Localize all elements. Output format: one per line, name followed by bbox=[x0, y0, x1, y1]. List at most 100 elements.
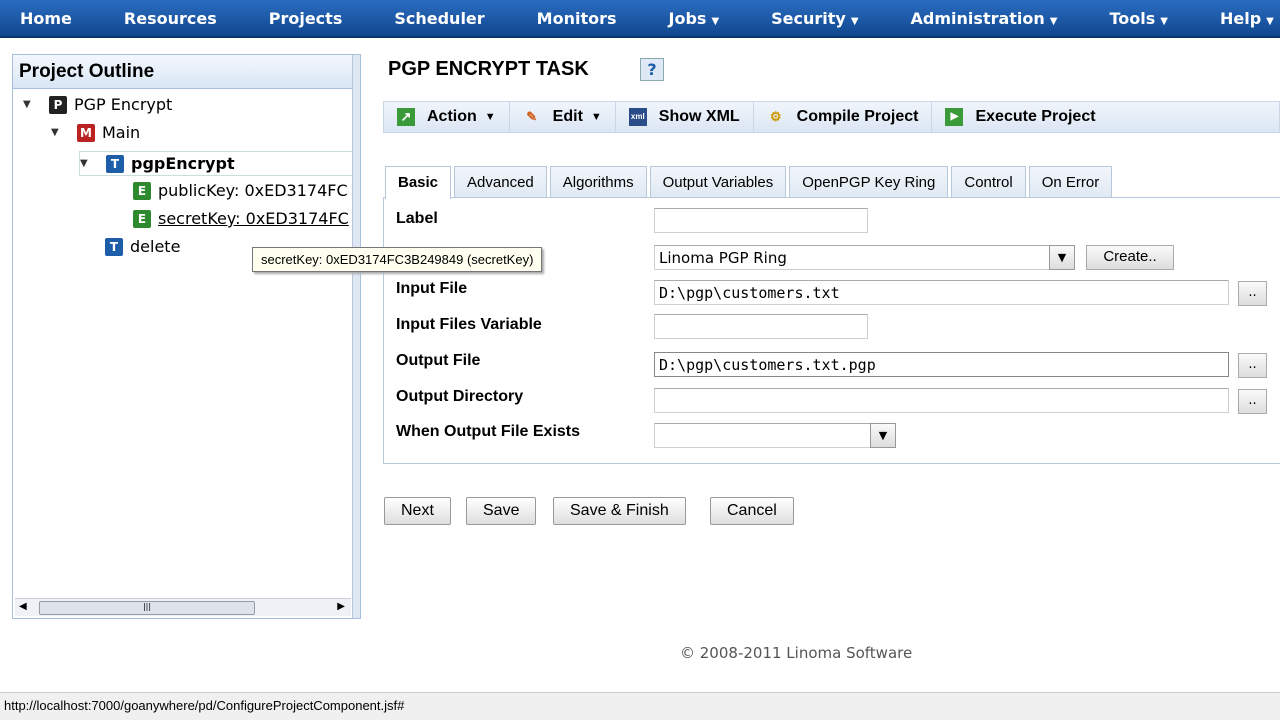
task-icon: T bbox=[106, 154, 124, 173]
browse-input-file-button[interactable]: .. bbox=[1238, 281, 1267, 306]
browse-output-directory-button[interactable]: .. bbox=[1238, 389, 1267, 414]
nav-jobs[interactable]: Jobs ▼ bbox=[649, 9, 720, 28]
gear-icon: ⚙ bbox=[769, 109, 782, 124]
tab-bar: Basic Advanced Algorithms Output Variabl… bbox=[385, 166, 1115, 199]
nav-security-label: Security bbox=[771, 8, 846, 28]
when-output-exists-label: When Output File Exists bbox=[396, 423, 581, 440]
input-files-variable-field[interactable] bbox=[654, 314, 868, 339]
when-output-exists-dropdown-button[interactable]: ▼ bbox=[870, 423, 896, 448]
tree-node-task[interactable]: Tdelete bbox=[105, 237, 180, 256]
key-ring-value: Linoma PGP Ring bbox=[659, 249, 787, 267]
tree-node-label: PGP Encrypt bbox=[74, 95, 173, 114]
execute-project-button[interactable]: ▶ Execute Project bbox=[932, 102, 1108, 132]
label-input[interactable] bbox=[654, 208, 868, 233]
compile-label: Compile Project bbox=[796, 108, 919, 125]
create-keyring-button[interactable]: Create.. bbox=[1086, 245, 1174, 270]
output-file-field[interactable] bbox=[654, 352, 1229, 377]
tree-node-label: pgpEncrypt bbox=[131, 154, 235, 173]
scroll-left-icon[interactable]: ◀ bbox=[19, 601, 27, 612]
nav-jobs-label: Jobs bbox=[668, 8, 707, 28]
page-title: PGP ENCRYPT TASK bbox=[388, 58, 589, 80]
scrollbar-thumb[interactable]: ||| bbox=[39, 601, 255, 615]
action-button[interactable]: ↗ Action ▼ bbox=[384, 102, 510, 132]
nav-tools-label: Tools bbox=[1109, 8, 1156, 28]
chevron-down-icon: ▼ bbox=[1160, 15, 1168, 27]
browse-output-file-button[interactable]: .. bbox=[1238, 353, 1267, 378]
tab-control[interactable]: Control bbox=[951, 166, 1026, 198]
action-icon: ↗ bbox=[397, 108, 415, 126]
chevron-down-icon: ▼ bbox=[850, 15, 859, 27]
key-ring-select[interactable]: Linoma PGP Ring bbox=[654, 245, 1050, 270]
project-icon: P bbox=[49, 95, 67, 114]
task-icon: T bbox=[105, 237, 123, 256]
expand-toggle-icon[interactable]: ▼ bbox=[51, 127, 65, 138]
expand-toggle-icon[interactable]: ▼ bbox=[23, 99, 37, 110]
nav-resources[interactable]: Resources bbox=[104, 9, 217, 28]
action-label: Action bbox=[427, 108, 477, 125]
status-bar: http://localhost:7000/goanywhere/pd/Conf… bbox=[0, 692, 1280, 720]
copyright: © 2008-2011 Linoma Software bbox=[680, 644, 913, 662]
tree-node-task-selected[interactable]: ▼ TpgpEncrypt bbox=[79, 151, 354, 176]
tab-advanced[interactable]: Advanced bbox=[454, 166, 547, 198]
nav-scheduler[interactable]: Scheduler bbox=[374, 9, 484, 28]
nav-administration-label: Administration bbox=[910, 8, 1045, 28]
scroll-right-icon[interactable]: ▶ bbox=[337, 601, 345, 612]
output-directory-label: Output Directory bbox=[396, 388, 524, 405]
tab-basic[interactable]: Basic bbox=[385, 166, 452, 199]
play-icon: ▶ bbox=[945, 108, 964, 126]
key-ring-dropdown-button[interactable]: ▼ bbox=[1049, 245, 1075, 270]
show-xml-label: Show XML bbox=[658, 108, 740, 125]
next-button[interactable]: Next bbox=[384, 497, 451, 525]
panel-splitter[interactable] bbox=[352, 55, 360, 618]
cancel-button[interactable]: Cancel bbox=[710, 497, 794, 525]
edit-button[interactable]: ✎ Edit ▼ bbox=[510, 102, 616, 132]
tab-output-variables[interactable]: Output Variables bbox=[649, 166, 787, 198]
tree-node-project[interactable]: ▼ P PGP Encrypt bbox=[23, 95, 172, 114]
tree-node-label: Main bbox=[102, 123, 141, 142]
nav-help[interactable]: Help ▼ bbox=[1200, 9, 1274, 28]
pencil-icon: ✎ bbox=[526, 109, 538, 124]
help-button[interactable]: ? bbox=[640, 58, 664, 81]
nav-security[interactable]: Security ▼ bbox=[751, 9, 858, 28]
chevron-down-icon: ▼ bbox=[1266, 15, 1274, 27]
edit-label: Edit bbox=[552, 108, 583, 125]
input-file-label: Input File bbox=[396, 280, 468, 297]
input-file-field[interactable] bbox=[654, 280, 1229, 305]
compile-project-button[interactable]: ⚙ Compile Project bbox=[754, 102, 933, 132]
tree-node-label: publicKey: 0xED3174FC bbox=[158, 181, 348, 200]
nav-help-label: Help bbox=[1219, 8, 1262, 28]
nav-projects[interactable]: Projects bbox=[249, 9, 343, 28]
nav-home[interactable]: Home bbox=[0, 9, 72, 28]
output-directory-field[interactable] bbox=[654, 388, 1229, 413]
project-outline-title: Project Outline bbox=[13, 55, 360, 89]
element-icon: E bbox=[133, 181, 151, 200]
show-xml-button[interactable]: xml Show XML bbox=[616, 102, 754, 132]
label-field-label: Label bbox=[396, 210, 438, 227]
tab-on-error[interactable]: On Error bbox=[1028, 166, 1113, 198]
nav-administration[interactable]: Administration ▼ bbox=[891, 9, 1058, 28]
tree-node-element[interactable]: EsecretKey: 0xED3174FC bbox=[133, 209, 353, 228]
when-output-exists-select[interactable] bbox=[654, 423, 872, 448]
expand-toggle-icon[interactable]: ▼ bbox=[80, 158, 94, 169]
chevron-down-icon: ▼ bbox=[711, 15, 720, 27]
chevron-down-icon: ▼ bbox=[590, 111, 602, 123]
nav-monitors[interactable]: Monitors bbox=[517, 9, 617, 28]
execute-label: Execute Project bbox=[975, 108, 1096, 125]
input-files-variable-label: Input Files Variable bbox=[396, 316, 542, 333]
toolbar: ↗ Action ▼ ✎ Edit ▼ xml Show XML ⚙ Compile Pro… bbox=[383, 101, 1280, 133]
module-icon: M bbox=[77, 123, 95, 142]
tree-node-element[interactable]: EpublicKey: 0xED3174FC bbox=[133, 181, 353, 200]
chevron-down-icon: ▼ bbox=[1049, 15, 1058, 27]
horizontal-scrollbar[interactable]: ◀ ||| ▶ bbox=[15, 598, 351, 616]
tab-openpgp-key-ring[interactable]: OpenPGP Key Ring bbox=[789, 166, 949, 198]
save-button[interactable]: Save bbox=[466, 497, 537, 525]
output-file-label: Output File bbox=[396, 352, 481, 369]
xml-icon: xml bbox=[628, 108, 647, 126]
tree-node-module[interactable]: ▼ M Main bbox=[51, 123, 140, 142]
save-finish-button[interactable]: Save & Finish bbox=[553, 497, 686, 525]
nav-tools[interactable]: Tools ▼ bbox=[1090, 9, 1168, 28]
chevron-down-icon: ▼ bbox=[484, 111, 496, 123]
tab-algorithms[interactable]: Algorithms bbox=[549, 166, 647, 198]
tree-node-label: delete bbox=[130, 237, 181, 256]
element-icon: E bbox=[133, 209, 151, 228]
